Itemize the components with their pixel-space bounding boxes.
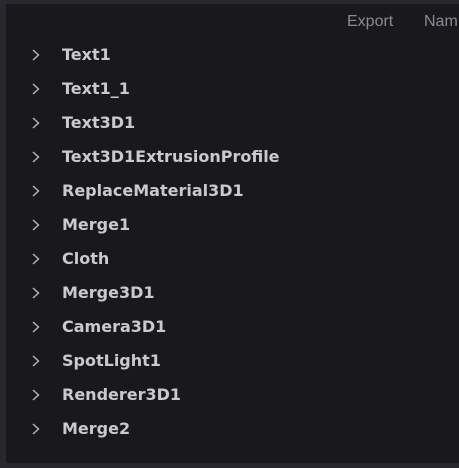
name-column-header[interactable]: Nam	[424, 13, 458, 31]
tree-row-spotlight1[interactable]: SpotLight1	[6, 349, 459, 383]
tree-row-label: Text3D1ExtrusionProfile	[62, 147, 280, 166]
column-header: Export Nam	[6, 4, 459, 40]
tree-row-replace-material3d1[interactable]: ReplaceMaterial3D1	[6, 179, 459, 213]
export-column-header[interactable]: Export	[347, 13, 393, 31]
tree-row-label: SpotLight1	[62, 351, 161, 370]
chevron-right-icon[interactable]	[30, 285, 42, 301]
tree-row-text3d1[interactable]: Text3D1	[6, 111, 459, 145]
tree-row-label: Camera3D1	[62, 317, 167, 336]
chevron-right-icon[interactable]	[30, 387, 42, 403]
tree-row-label: Text1	[62, 45, 111, 64]
chevron-right-icon[interactable]	[30, 421, 42, 437]
tree-row-label: Merge1	[62, 215, 131, 234]
tree-row-merge1[interactable]: Merge1	[6, 213, 459, 247]
tree-row-label: Merge2	[62, 419, 131, 438]
chevron-right-icon[interactable]	[30, 81, 42, 97]
node-tree: Text1 Text1_1 Text3D1 Text3D1ExtrusionPr…	[6, 43, 459, 451]
chevron-right-icon[interactable]	[30, 353, 42, 369]
chevron-right-icon[interactable]	[30, 319, 42, 335]
chevron-right-icon[interactable]	[30, 183, 42, 199]
tree-row-camera3d1[interactable]: Camera3D1	[6, 315, 459, 349]
tree-row-label: Text1_1	[62, 79, 130, 98]
chevron-right-icon[interactable]	[30, 217, 42, 233]
tree-row-renderer3d1[interactable]: Renderer3D1	[6, 383, 459, 417]
tree-row-merge3d1[interactable]: Merge3D1	[6, 281, 459, 315]
tree-row-label: Merge3D1	[62, 283, 155, 302]
chevron-right-icon[interactable]	[30, 149, 42, 165]
tree-row-label: Text3D1	[62, 113, 136, 132]
node-list-panel: Export Nam Text1 Text1_1 Text3D1 Text3D1…	[6, 4, 459, 463]
tree-row-label: Renderer3D1	[62, 385, 182, 404]
tree-row-text3d1-extrusion-profile[interactable]: Text3D1ExtrusionProfile	[6, 145, 459, 179]
window: Export Nam Text1 Text1_1 Text3D1 Text3D1…	[0, 0, 459, 468]
tree-row-label: Cloth	[62, 249, 110, 268]
tree-row-text1-1[interactable]: Text1_1	[6, 77, 459, 111]
tree-row-cloth[interactable]: Cloth	[6, 247, 459, 281]
tree-row-label: ReplaceMaterial3D1	[62, 181, 244, 200]
chevron-right-icon[interactable]	[30, 115, 42, 131]
tree-row-merge2[interactable]: Merge2	[6, 417, 459, 451]
chevron-right-icon[interactable]	[30, 47, 42, 63]
tree-row-text1[interactable]: Text1	[6, 43, 459, 77]
chevron-right-icon[interactable]	[30, 251, 42, 267]
